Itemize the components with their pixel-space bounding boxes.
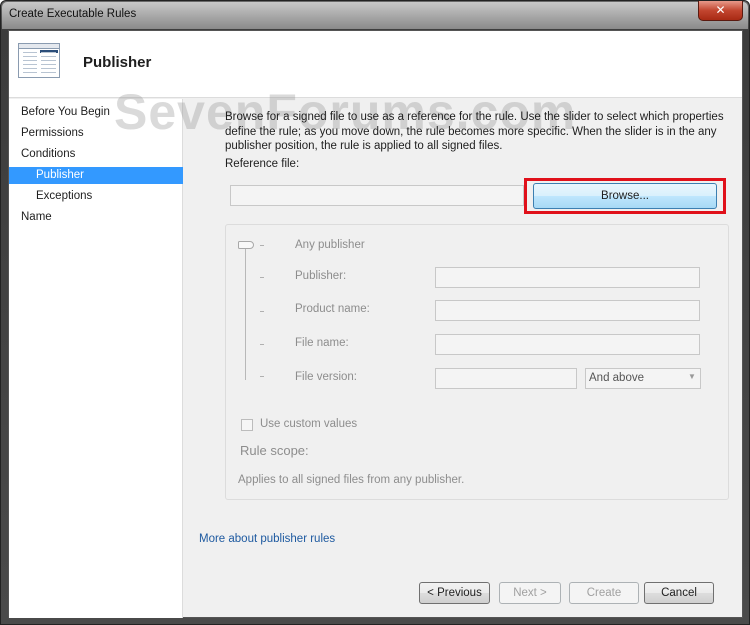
slider-thumb[interactable] (238, 241, 254, 249)
publisher-label: Publisher: (295, 270, 347, 282)
slider-track[interactable] (245, 247, 246, 380)
dialog-client: Publisher Before You Begin Permissions C… (8, 30, 743, 618)
close-button[interactable]: ✕ (698, 1, 743, 21)
next-button[interactable]: Next > (499, 582, 561, 604)
rule-scope-text: Applies to all signed files from any pub… (238, 474, 465, 486)
page-title: Publisher (83, 54, 152, 71)
nav-item-permissions[interactable]: Permissions (9, 125, 183, 142)
dialog-window: Create Executable Rules ✕ Publisher Befo… (0, 0, 750, 625)
wizard-header: Publisher (9, 31, 742, 98)
wizard-nav: Before You Begin Permissions Conditions … (9, 99, 183, 618)
reference-file-label: Reference file: (225, 158, 300, 170)
custom-values-checkbox[interactable] (241, 419, 253, 431)
file-version-label: File version: (295, 371, 357, 383)
custom-values-label[interactable]: Use custom values (260, 418, 357, 430)
window-title: Create Executable Rules (9, 8, 137, 20)
slider-group (225, 224, 729, 500)
chevron-down-icon: ▼ (688, 372, 696, 381)
previous-button[interactable]: < Previous (419, 582, 490, 604)
file-name-input[interactable] (435, 334, 700, 355)
browse-button[interactable]: Browse... (533, 183, 717, 209)
nav-item-exceptions[interactable]: Exceptions (9, 188, 183, 205)
nav-item-before-you-begin[interactable]: Before You Begin (9, 104, 183, 121)
reference-file-input[interactable] (230, 185, 524, 206)
create-button[interactable]: Create (569, 582, 639, 604)
version-option-value: And above (589, 372, 644, 384)
description: Browse for a signed file to use as a ref… (225, 111, 724, 152)
product-name-input[interactable] (435, 300, 700, 321)
cancel-button[interactable]: Cancel (644, 582, 714, 604)
publisher-input[interactable] (435, 267, 700, 288)
level-any-publisher: Any publisher (295, 239, 365, 251)
nav-item-name[interactable]: Name (9, 209, 183, 226)
close-icon: ✕ (715, 3, 726, 17)
rule-wizard-icon (18, 43, 60, 78)
nav-item-publisher[interactable]: Publisher (9, 167, 183, 184)
file-version-input[interactable] (435, 368, 577, 389)
publisher-rules-link[interactable]: More about publisher rules (199, 533, 335, 545)
file-name-label: File name: (295, 337, 349, 349)
rule-scope-label: Rule scope: (240, 443, 309, 458)
version-option-select[interactable]: And above ▼ (585, 368, 701, 389)
product-name-label: Product name: (295, 303, 370, 315)
nav-item-conditions[interactable]: Conditions (9, 146, 183, 163)
